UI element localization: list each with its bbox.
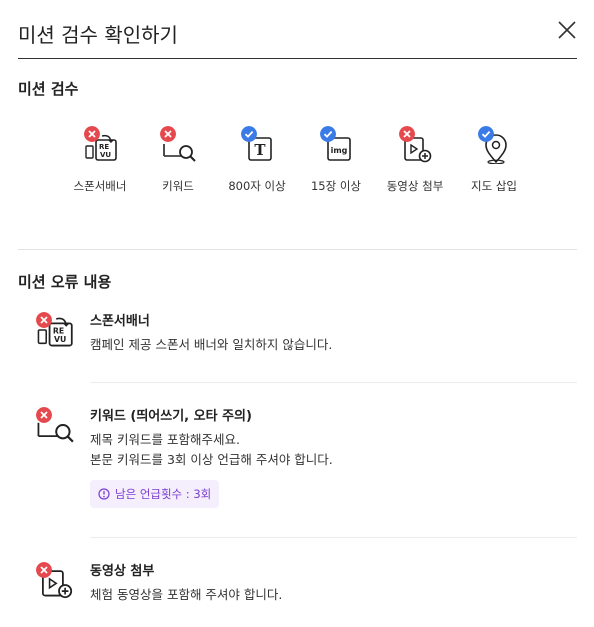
- svg-text:RE: RE: [53, 326, 64, 335]
- error-item-sponsor-banner: RE VU 스폰서배너 캠페인 제공 스폰서 배너와 일치하지 않습니다.: [34, 310, 554, 370]
- pass-badge-icon: [478, 126, 494, 142]
- error-divider: [90, 537, 577, 538]
- check-item-label: 스폰서배너: [73, 179, 127, 193]
- error-item-keyword: 키워드 (띄어쓰기, 오타 주의) 제목 키워드를 포함해주세요. 본문 키워드…: [34, 405, 554, 515]
- svg-text:VU: VU: [54, 335, 66, 344]
- error-title: 스폰서배너: [90, 314, 150, 329]
- check-item-label: 800자 이상: [228, 179, 286, 193]
- error-item-video: 동영상 첨부 체험 동영상을 포함해 주셔야 합니다.: [34, 560, 554, 620]
- pass-badge-icon: [320, 126, 336, 142]
- fail-badge-icon: [160, 126, 176, 142]
- check-item-keyword: 키워드: [140, 126, 216, 194]
- errors-section-title: 미션 오류 내용: [18, 273, 112, 291]
- check-item-images: img 15장 이상: [298, 126, 374, 194]
- fail-badge-icon: [36, 407, 52, 423]
- modal-title: 미션 검수 확인하기: [18, 23, 178, 47]
- error-title: 동영상 첨부: [90, 564, 155, 579]
- fail-badge-icon: [399, 126, 415, 142]
- section-divider: [18, 249, 577, 250]
- svg-text:T: T: [254, 141, 266, 159]
- info-icon: [98, 488, 110, 500]
- check-item-label: 15장 이상: [310, 179, 362, 193]
- check-item-map: 지도 삽입: [456, 126, 532, 194]
- chip-text: 남은 언급횟수 : 3회: [115, 487, 212, 501]
- svg-text:img: img: [331, 146, 348, 155]
- remaining-mentions-chip: 남은 언급횟수 : 3회: [90, 480, 220, 508]
- error-title: 키워드 (띄어쓰기, 오타 주의): [90, 409, 252, 424]
- svg-text:VU: VU: [100, 151, 111, 159]
- error-line: 제목 키워드를 포함해주세요.: [90, 432, 240, 447]
- check-item-label: 키워드: [162, 179, 194, 193]
- checks-section-title: 미션 검수: [18, 80, 79, 98]
- modal-header: 미션 검수 확인하기: [18, 0, 577, 59]
- error-divider: [90, 382, 577, 383]
- error-line: 체험 동영상을 포함해 주셔야 합니다.: [90, 587, 283, 602]
- fail-badge-icon: [36, 312, 52, 328]
- check-item-video: 동영상 첨부: [377, 126, 453, 194]
- check-item-text-length: T 800자 이상: [219, 126, 295, 194]
- fail-badge-icon: [84, 126, 100, 142]
- fail-badge-icon: [36, 562, 52, 578]
- check-list: RE VU 스폰서배너 키워드 T 800자 이상 img 15장 이상 동영상…: [60, 126, 540, 208]
- error-line: 본문 키워드를 3회 이상 언급해 주셔야 합니다.: [90, 452, 333, 467]
- check-item-sponsor-banner: RE VU 스폰서배너: [62, 126, 138, 194]
- check-item-label: 지도 삽입: [471, 179, 517, 193]
- close-icon[interactable]: [557, 20, 577, 40]
- check-item-label: 동영상 첨부: [386, 179, 444, 193]
- svg-text:RE: RE: [99, 143, 109, 151]
- error-line: 캠페인 제공 스폰서 배너와 일치하지 않습니다.: [90, 337, 333, 352]
- pass-badge-icon: [241, 126, 257, 142]
